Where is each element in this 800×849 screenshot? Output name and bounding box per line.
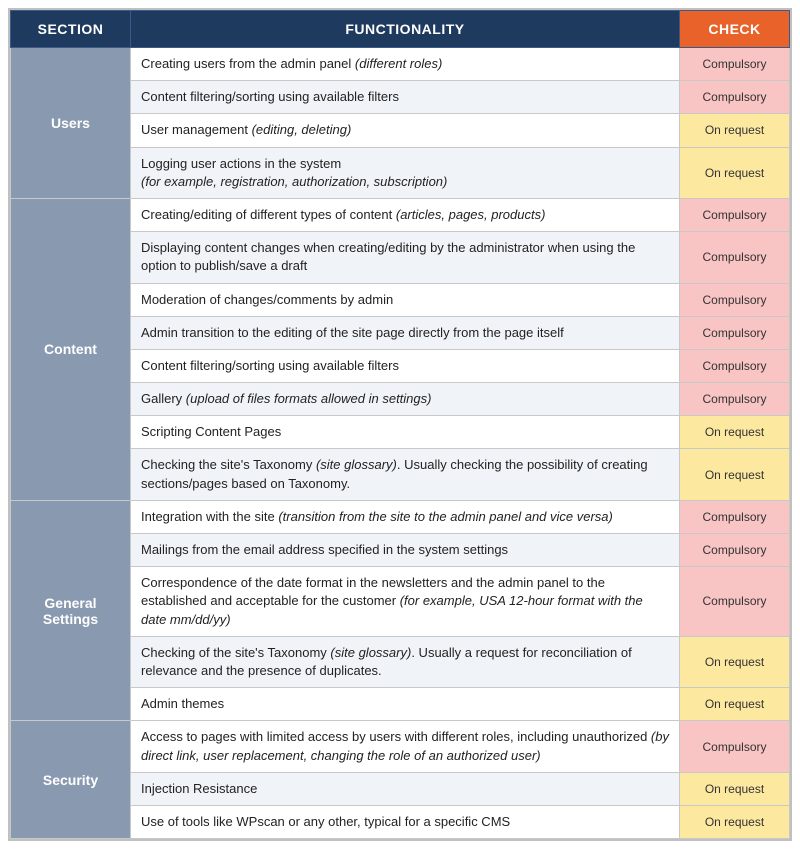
check-cell: On request (680, 147, 790, 198)
check-cell: Compulsory (680, 500, 790, 533)
check-cell: Compulsory (680, 721, 790, 772)
table-row: GeneralSettingsIntegration with the site… (11, 500, 790, 533)
check-cell: Compulsory (680, 48, 790, 81)
functionality-cell: Moderation of changes/comments by admin (131, 283, 680, 316)
functionality-cell: Integration with the site (transition fr… (131, 500, 680, 533)
section-header: SECTION (11, 11, 131, 48)
check-cell: On request (680, 688, 790, 721)
check-cell: Compulsory (680, 534, 790, 567)
check-cell: Compulsory (680, 232, 790, 283)
table-row: SecurityAccess to pages with limited acc… (11, 721, 790, 772)
check-header: CHECK (680, 11, 790, 48)
functionality-cell: Admin transition to the editing of the s… (131, 316, 680, 349)
check-cell: On request (680, 449, 790, 500)
check-cell: On request (680, 114, 790, 147)
functionality-cell: Correspondence of the date format in the… (131, 567, 680, 637)
functionality-header: FUNCTIONALITY (131, 11, 680, 48)
functionality-cell: Scripting Content Pages (131, 416, 680, 449)
functionality-cell: Mailings from the email address specifie… (131, 534, 680, 567)
check-cell: Compulsory (680, 349, 790, 382)
check-cell: On request (680, 636, 790, 687)
functionality-cell: Content filtering/sorting using availabl… (131, 81, 680, 114)
section-cell: Users (11, 48, 131, 199)
functionality-cell: Use of tools like WPscan or any other, t… (131, 805, 680, 838)
functionality-cell: User management (editing, deleting) (131, 114, 680, 147)
table-row: ContentCreating/editing of different typ… (11, 198, 790, 231)
check-cell: Compulsory (680, 567, 790, 637)
table-row: UsersCreating users from the admin panel… (11, 48, 790, 81)
section-cell: GeneralSettings (11, 500, 131, 721)
section-cell: Content (11, 198, 131, 500)
functionality-cell: Injection Resistance (131, 772, 680, 805)
check-cell: On request (680, 772, 790, 805)
functionality-cell: Admin themes (131, 688, 680, 721)
functionality-cell: Logging user actions in the system(for e… (131, 147, 680, 198)
check-cell: Compulsory (680, 283, 790, 316)
functionality-cell: Creating users from the admin panel (dif… (131, 48, 680, 81)
check-cell: Compulsory (680, 198, 790, 231)
functionality-cell: Access to pages with limited access by u… (131, 721, 680, 772)
check-cell: Compulsory (680, 316, 790, 349)
check-cell: On request (680, 805, 790, 838)
functionality-cell: Content filtering/sorting using availabl… (131, 349, 680, 382)
functionality-cell: Checking of the site's Taxonomy (site gl… (131, 636, 680, 687)
check-cell: Compulsory (680, 383, 790, 416)
functionality-cell: Checking the site's Taxonomy (site gloss… (131, 449, 680, 500)
check-cell: On request (680, 416, 790, 449)
check-cell: Compulsory (680, 81, 790, 114)
functionality-cell: Displaying content changes when creating… (131, 232, 680, 283)
functionality-table: SECTION FUNCTIONALITY CHECK UsersCreatin… (10, 10, 790, 839)
functionality-cell: Gallery (upload of files formats allowed… (131, 383, 680, 416)
main-table-wrapper: SECTION FUNCTIONALITY CHECK UsersCreatin… (8, 8, 792, 841)
section-cell: Security (11, 721, 131, 839)
functionality-cell: Creating/editing of different types of c… (131, 198, 680, 231)
